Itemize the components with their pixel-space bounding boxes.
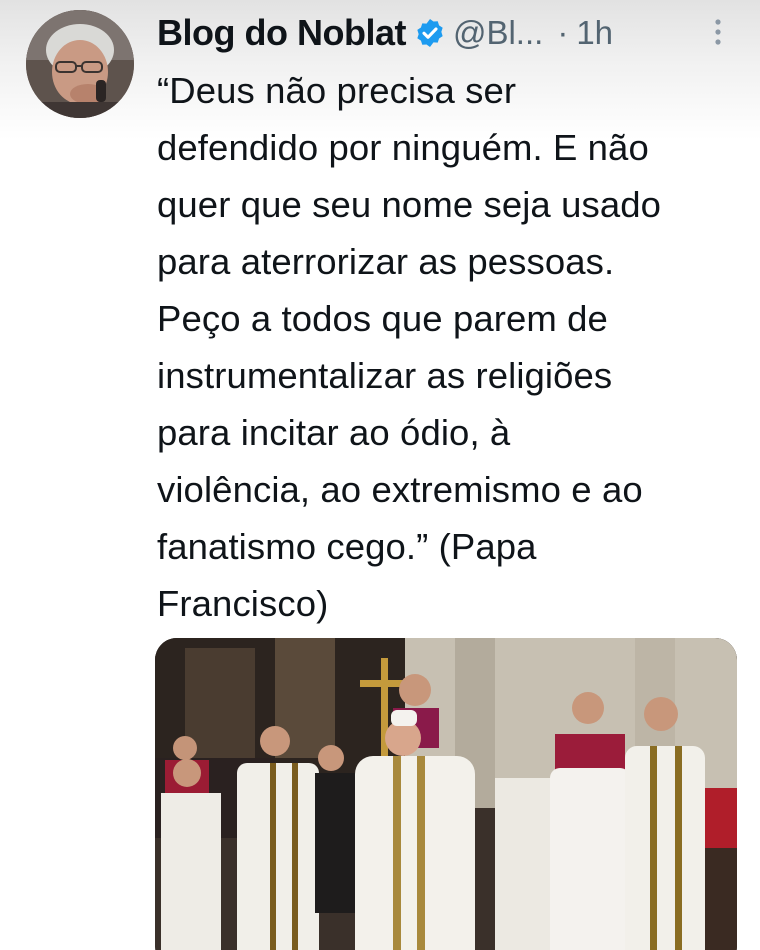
tweet-text: “Deus não precisa ser defendido por ning… bbox=[157, 70, 662, 624]
user-handle[interactable]: @Bl... bbox=[453, 14, 543, 52]
tweet-media-image[interactable] bbox=[155, 638, 737, 950]
more-options-icon[interactable] bbox=[714, 18, 722, 46]
display-name[interactable]: Blog do Noblat bbox=[157, 12, 406, 54]
separator-dot: · bbox=[557, 14, 569, 51]
timestamp[interactable]: 1h bbox=[576, 14, 613, 52]
tweet-header: Blog do Noblat @Bl... · 1h bbox=[157, 8, 737, 58]
verified-badge-icon bbox=[414, 17, 446, 49]
avatar[interactable] bbox=[26, 10, 134, 118]
